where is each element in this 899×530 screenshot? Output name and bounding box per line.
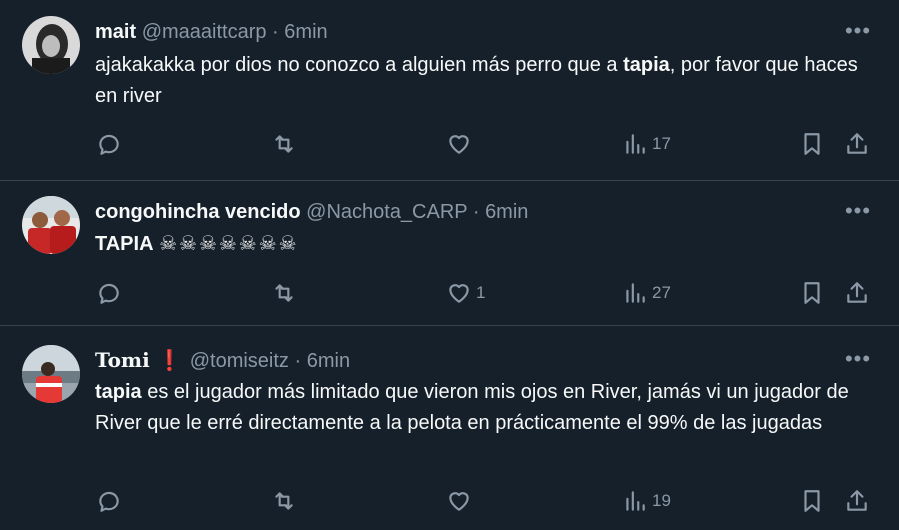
separator-dot: · — [472, 201, 480, 223]
retweet-button[interactable] — [271, 278, 297, 308]
display-name[interactable]: congohincha vencido — [95, 201, 301, 223]
tweet-text: TAPIA ☠☠☠☠☠☠☠ — [95, 228, 885, 260]
bookmark-icon — [804, 490, 820, 512]
tweet-text: tapia es el jugador más limitado que vie… — [95, 377, 885, 439]
tweet-actions: 1 27 — [0, 278, 899, 308]
bookmark-button[interactable] — [799, 278, 825, 308]
tweet-header: mait @maaaittcarp · 6min — [95, 19, 328, 45]
more-icon[interactable]: ••• — [838, 200, 878, 230]
retweet-button[interactable] — [271, 129, 297, 159]
tweet-text-part: es el jugador más limitado que vieron mi… — [95, 381, 849, 434]
tweet-text-part: ajakakakka por dios no conozco a alguien… — [95, 54, 624, 76]
avatar[interactable] — [22, 196, 80, 254]
tweet-text-bold: tapia — [95, 381, 142, 403]
timestamp[interactable]: 6min — [307, 350, 350, 372]
view-count: 19 — [652, 491, 671, 510]
retweet-icon — [275, 284, 293, 302]
more-icon[interactable]: ••• — [838, 348, 878, 378]
share-icon — [847, 490, 867, 511]
share-icon — [847, 133, 867, 154]
tweet-feed: mait @maaaittcarp · 6min ••• ajakakakka … — [0, 0, 899, 530]
separator-dot: · — [294, 350, 302, 372]
retweet-icon — [275, 492, 293, 510]
tweet[interactable]: mait @maaaittcarp · 6min ••• ajakakakka … — [0, 0, 899, 180]
views-icon — [626, 283, 645, 303]
share-button[interactable] — [844, 129, 870, 159]
bookmark-icon — [804, 282, 820, 304]
exclamation-emoji: ❗ — [157, 350, 183, 372]
user-handle[interactable]: @tomiseitz — [190, 350, 289, 372]
share-button[interactable] — [844, 486, 870, 516]
tweet-text-bold: tapia — [623, 54, 670, 76]
tweet[interactable]: Tomi ❗ @tomiseitz · 6min ••• tapia es el… — [0, 326, 899, 530]
display-name[interactable]: Tomi — [95, 348, 150, 372]
view-count: 17 — [652, 134, 671, 153]
tweet-text-bold: TAPIA — [95, 233, 154, 255]
views-button[interactable]: 27 — [622, 278, 671, 308]
reply-icon — [99, 134, 119, 155]
retweet-icon — [275, 135, 293, 153]
bookmark-button[interactable] — [799, 129, 825, 159]
reply-button[interactable] — [96, 278, 122, 308]
tweet-text: ajakakakka por dios no conozco a alguien… — [95, 50, 885, 112]
retweet-button[interactable] — [271, 486, 297, 516]
reply-icon — [99, 283, 119, 304]
like-count: 1 — [476, 283, 486, 302]
like-button[interactable] — [446, 129, 476, 159]
separator-dot: · — [272, 21, 279, 43]
user-handle[interactable]: @Nachota_CARP — [306, 201, 467, 223]
bookmark-icon — [804, 133, 820, 155]
reply-button[interactable] — [96, 129, 122, 159]
tweet-header: congohincha vencido @Nachota_CARP · 6min — [95, 199, 528, 225]
tweet-actions: 19 — [0, 486, 899, 516]
views-button[interactable]: 17 — [622, 129, 671, 159]
tweet-actions: 17 — [0, 129, 899, 159]
tweet[interactable]: congohincha vencido @Nachota_CARP · 6min… — [0, 181, 899, 325]
timestamp[interactable]: 6min — [284, 21, 327, 43]
views-icon — [626, 134, 645, 154]
heart-icon — [449, 492, 469, 511]
share-button[interactable] — [844, 278, 870, 308]
timestamp[interactable]: 6min — [485, 201, 528, 223]
user-handle[interactable]: @maaaittcarp — [142, 21, 267, 43]
reply-icon — [99, 491, 119, 512]
more-icon[interactable]: ••• — [838, 20, 878, 50]
skull-emojis: ☠☠☠☠☠☠☠ — [159, 231, 299, 255]
like-button[interactable] — [446, 486, 476, 516]
display-name[interactable]: mait — [95, 21, 136, 43]
bookmark-button[interactable] — [799, 486, 825, 516]
avatar[interactable] — [22, 345, 80, 403]
heart-icon — [449, 135, 469, 154]
heart-icon — [449, 284, 469, 303]
reply-button[interactable] — [96, 486, 122, 516]
view-count: 27 — [652, 283, 671, 302]
tweet-header: Tomi ❗ @tomiseitz · 6min — [95, 347, 350, 374]
share-icon — [847, 282, 867, 303]
avatar[interactable] — [22, 16, 80, 74]
like-button[interactable]: 1 — [446, 278, 485, 308]
views-icon — [626, 491, 645, 511]
views-button[interactable]: 19 — [622, 486, 671, 516]
